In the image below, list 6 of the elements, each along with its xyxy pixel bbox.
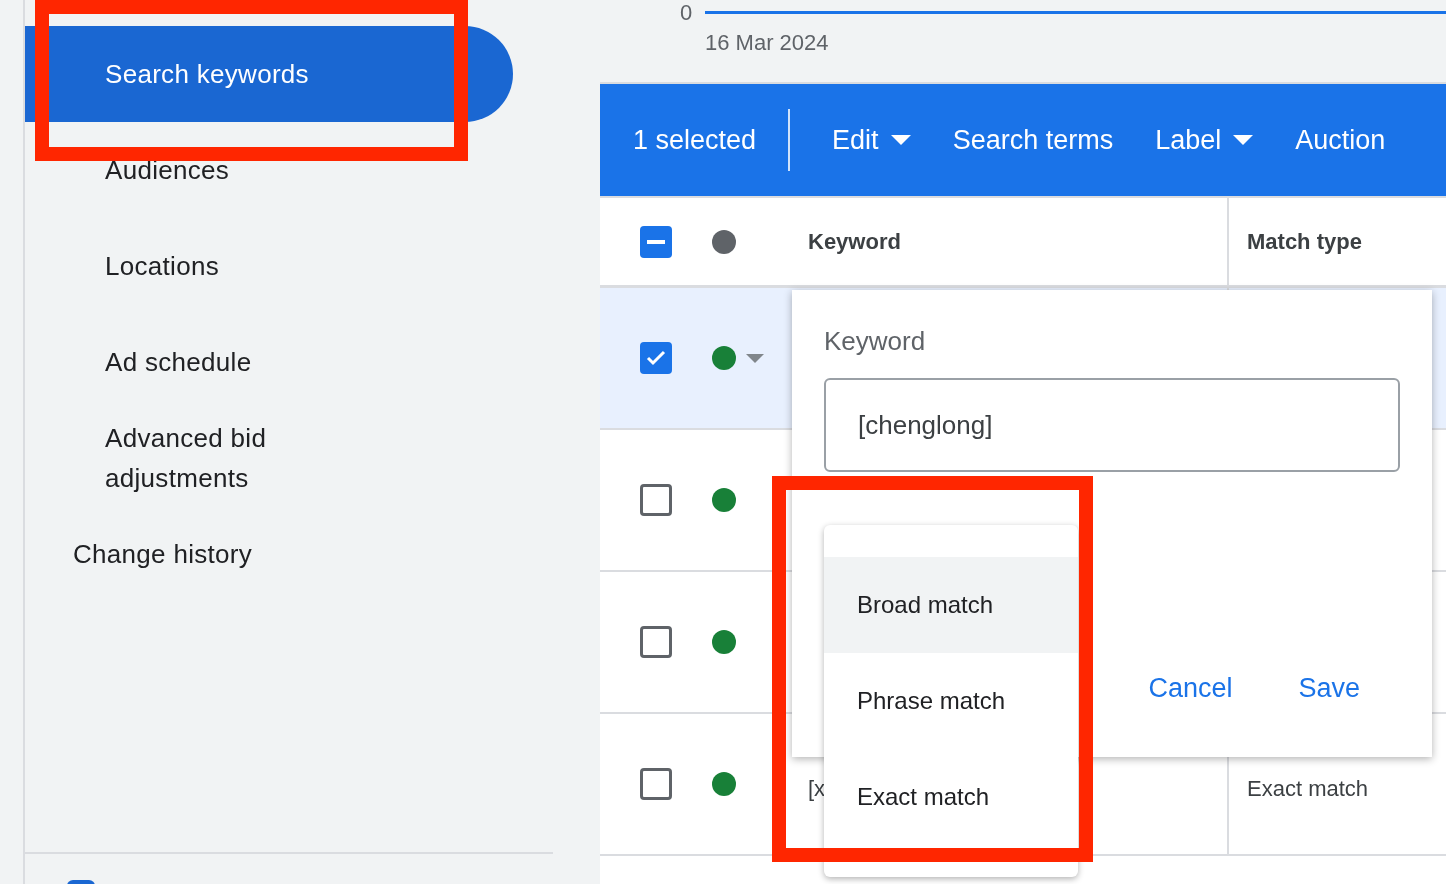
axis-tick-label: 0 [680, 0, 693, 26]
selection-count: 1 selected [633, 123, 757, 157]
match-type-cell: Exact match [1247, 776, 1369, 801]
axis-date-label: 16 Mar 2024 [705, 29, 829, 57]
keyword-cell: [x [808, 776, 826, 801]
field-label: Keyword [824, 325, 927, 358]
